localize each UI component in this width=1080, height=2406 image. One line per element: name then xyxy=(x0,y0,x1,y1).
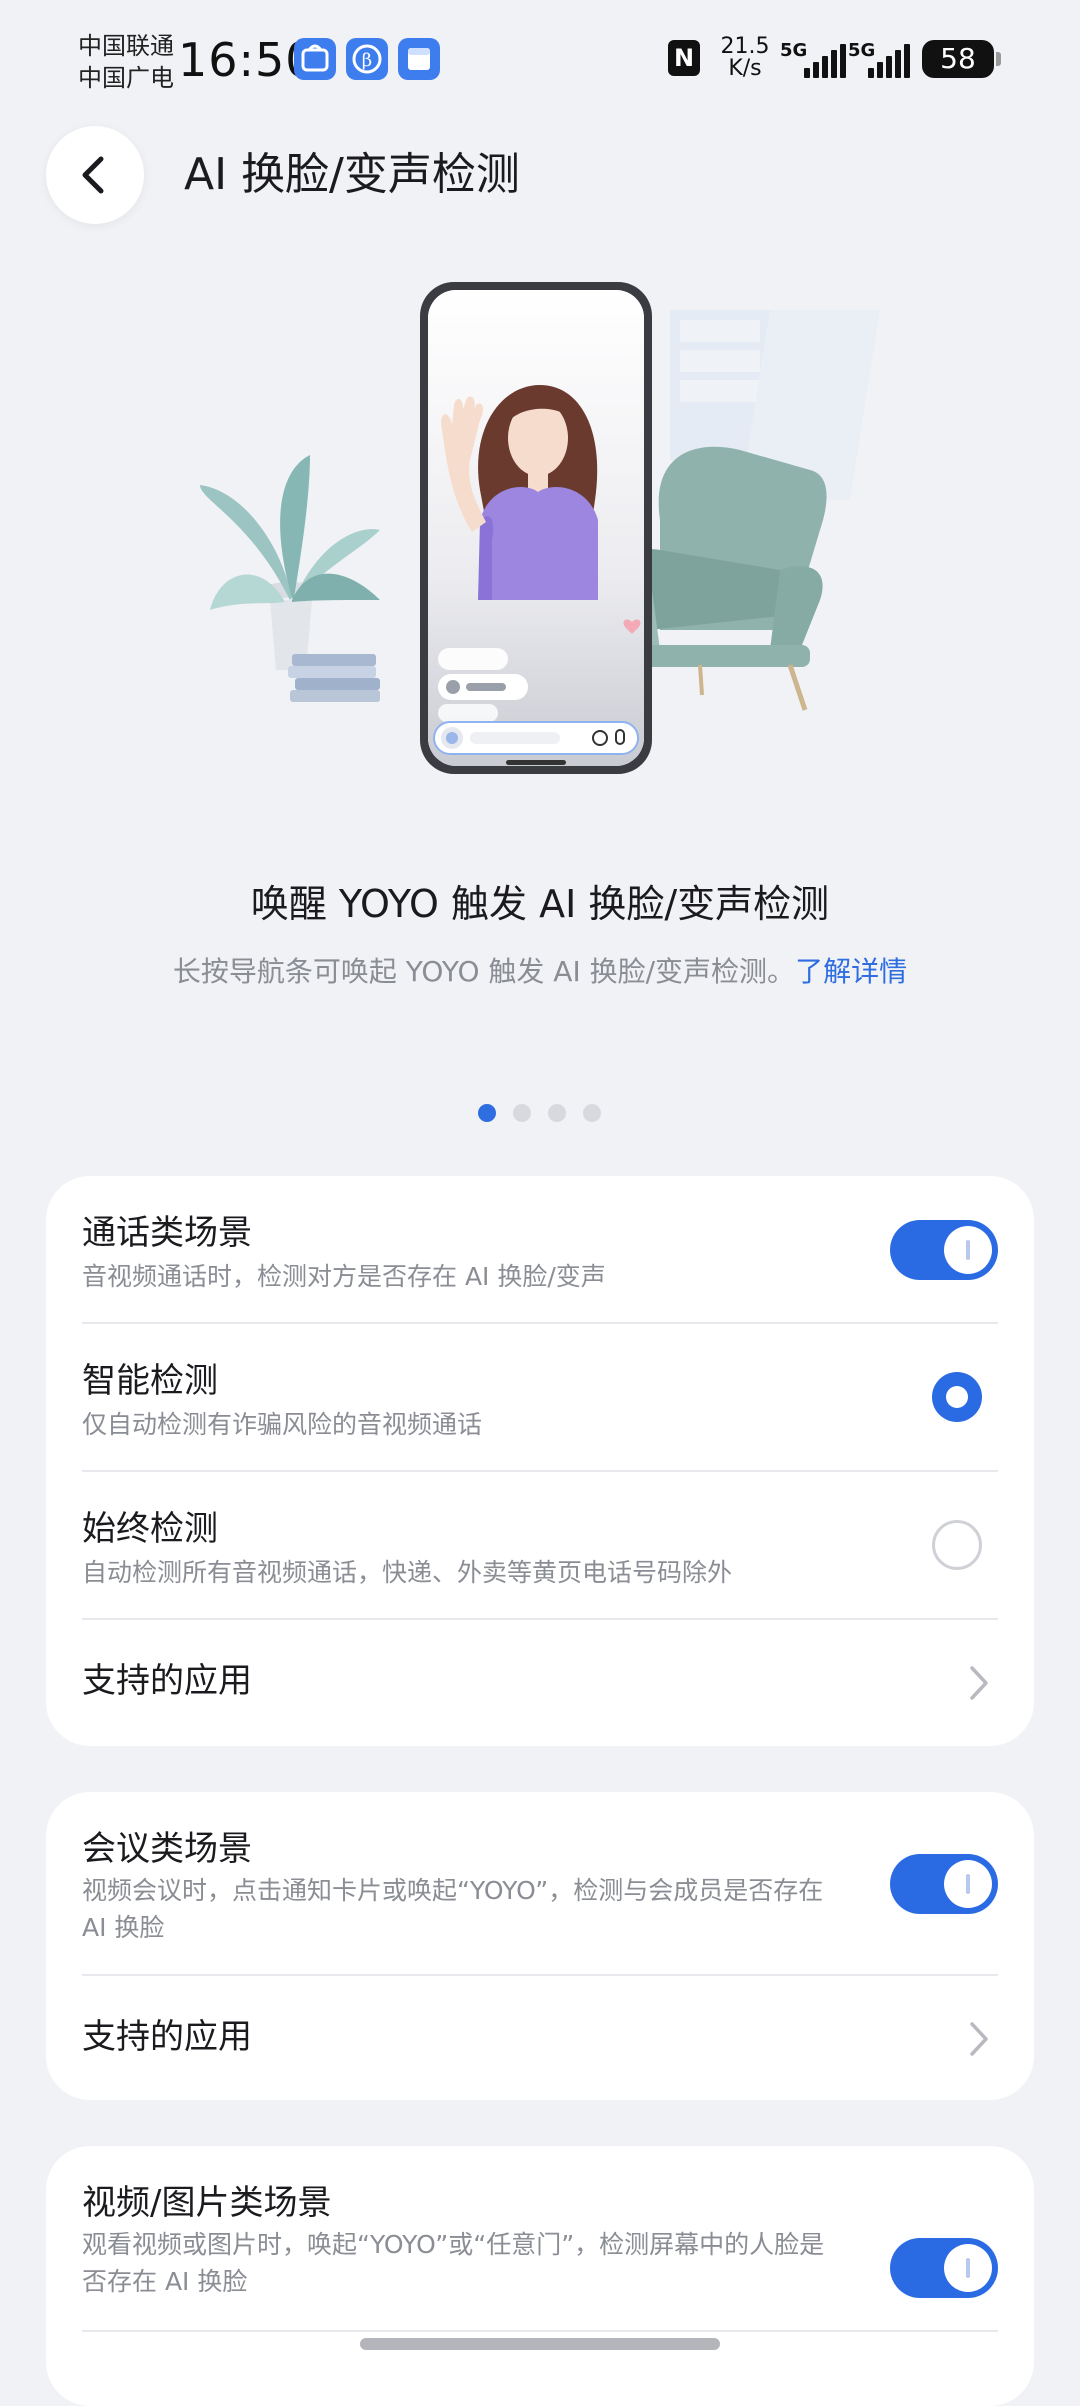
carrier-labels: 中国联通 中国广电 xyxy=(78,30,174,94)
media-scenario-subtitle-2: 否存在 AI 换脸 xyxy=(82,2267,248,2296)
call-scenario-toggle[interactable] xyxy=(890,1220,998,1280)
phone-illustration xyxy=(420,282,652,774)
status-bar: 中国联通 中国广电 16:50 β N 21.5 K/s 5G 5G 58 xyxy=(0,0,1080,120)
home-indicator[interactable] xyxy=(360,2338,720,2350)
pager-dot-3[interactable] xyxy=(548,1104,566,1122)
always-detect-option[interactable]: 始终检测 自动检测所有音视频通话，快递、外卖等黄页电话号码除外 xyxy=(82,1472,998,1620)
always-detect-radio[interactable] xyxy=(932,1520,982,1570)
nfc-icon: N xyxy=(668,40,700,76)
smart-detect-option[interactable]: 智能检测 仅自动检测有诈骗风险的音视频通话 xyxy=(82,1324,998,1472)
meeting-scenario-card: 会议类场景 视频会议时，点击通知卡片或唤起“YOYO”，检测与会成员是否存在 A… xyxy=(46,1792,1034,2100)
call-scenario-subtitle: 音视频通话时，检测对方是否存在 AI 换脸/变声 xyxy=(82,1262,606,1291)
carrier-1: 中国联通 xyxy=(78,32,174,60)
call-scenario-row: 通话类场景 音视频通话时，检测对方是否存在 AI 换脸/变声 xyxy=(82,1176,998,1324)
media-scenario-title: 视频/图片类场景 xyxy=(82,2183,332,2223)
media-scenario-row: 视频/图片类场景 观看视频或图片时，唤起“YOYO”或“任意门”，检测屏幕中的人… xyxy=(82,2146,998,2330)
back-button[interactable] xyxy=(46,126,144,224)
media-scenario-subtitle-1: 观看视频或图片时，唤起“YOYO”或“任意门”，检测屏幕中的人脸是 xyxy=(82,2230,825,2259)
chevron-left-icon xyxy=(82,156,104,194)
meeting-scenario-title: 会议类场景 xyxy=(82,1829,252,1869)
intro-description-text: 长按导航条可唤起 YOYO 触发 AI 换脸/变声检测。 xyxy=(172,955,796,988)
call-supported-apps-label: 支持的应用 xyxy=(82,1661,252,1701)
svg-text:β: β xyxy=(362,50,372,71)
signal-2-icon: 5G xyxy=(848,40,918,78)
intro-title: 唤醒 YOYO 触发 AI 换脸/变声检测 xyxy=(250,882,830,926)
signal-2-label: 5G xyxy=(848,40,876,61)
call-supported-apps-row[interactable]: 支持的应用 xyxy=(82,1620,998,1746)
hero-illustration xyxy=(180,270,900,790)
toggle-knob xyxy=(944,2244,992,2292)
carrier-2: 中国广电 xyxy=(78,64,174,92)
meeting-supported-apps-label: 支持的应用 xyxy=(82,2017,252,2057)
learn-more-link[interactable]: 了解详情 xyxy=(795,955,907,988)
toggle-knob xyxy=(944,1860,992,1908)
toggle-knob xyxy=(944,1226,992,1274)
meeting-supported-apps-row[interactable]: 支持的应用 xyxy=(82,1976,998,2100)
call-scenario-card: 通话类场景 音视频通话时，检测对方是否存在 AI 换脸/变声 智能检测 仅自动检… xyxy=(46,1176,1034,1746)
beta-icon: β xyxy=(346,38,388,80)
always-detect-subtitle: 自动检测所有音视频通话，快递、外卖等黄页电话号码除外 xyxy=(82,1558,733,1587)
page-title: AI 换脸/变声检测 xyxy=(184,149,520,200)
app-market-icon xyxy=(294,38,336,80)
media-scenario-toggle[interactable] xyxy=(890,2238,998,2298)
meeting-scenario-subtitle-1: 视频会议时，点击通知卡片或唤起“YOYO”，检测与会成员是否存在 xyxy=(82,1876,824,1905)
battery-tip xyxy=(996,52,1001,66)
net-speed-unit: K/s xyxy=(728,56,762,81)
meeting-scenario-toggle[interactable] xyxy=(890,1854,998,1914)
divider xyxy=(82,2330,998,2332)
plant-icon xyxy=(200,455,380,670)
books-icon xyxy=(288,654,380,702)
meeting-scenario-subtitle-2: AI 换脸 xyxy=(82,1913,165,1942)
smart-detect-subtitle: 仅自动检测有诈骗风险的音视频通话 xyxy=(82,1410,483,1439)
battery-icon: 58 xyxy=(922,40,994,78)
meeting-scenario-row: 会议类场景 视频会议时，点击通知卡片或唤起“YOYO”，检测与会成员是否存在 A… xyxy=(82,1792,998,1976)
signal-1-label: 5G xyxy=(780,40,808,61)
media-scenario-card: 视频/图片类场景 观看视频或图片时，唤起“YOYO”或“任意门”，检测屏幕中的人… xyxy=(46,2146,1034,2406)
net-speed: 21.5 K/s xyxy=(720,36,770,80)
chevron-right-icon xyxy=(970,1666,988,1700)
pager-dot-2[interactable] xyxy=(513,1104,531,1122)
call-scenario-title: 通话类场景 xyxy=(82,1213,252,1253)
pager-dot-1[interactable] xyxy=(478,1104,496,1122)
always-detect-title: 始终检测 xyxy=(82,1509,218,1549)
intro-description: 长按导航条可唤起 YOYO 触发 AI 换脸/变声检测。了解详情 xyxy=(0,950,1080,994)
net-speed-value: 21.5 xyxy=(720,34,770,59)
smart-detect-radio[interactable] xyxy=(932,1372,982,1422)
pager-dot-4[interactable] xyxy=(583,1104,601,1122)
chevron-right-icon xyxy=(970,2022,988,2056)
file-icon xyxy=(398,38,440,80)
battery-level: 58 xyxy=(940,42,976,75)
smart-detect-title: 智能检测 xyxy=(82,1361,218,1401)
signal-1-icon: 5G xyxy=(780,40,850,78)
